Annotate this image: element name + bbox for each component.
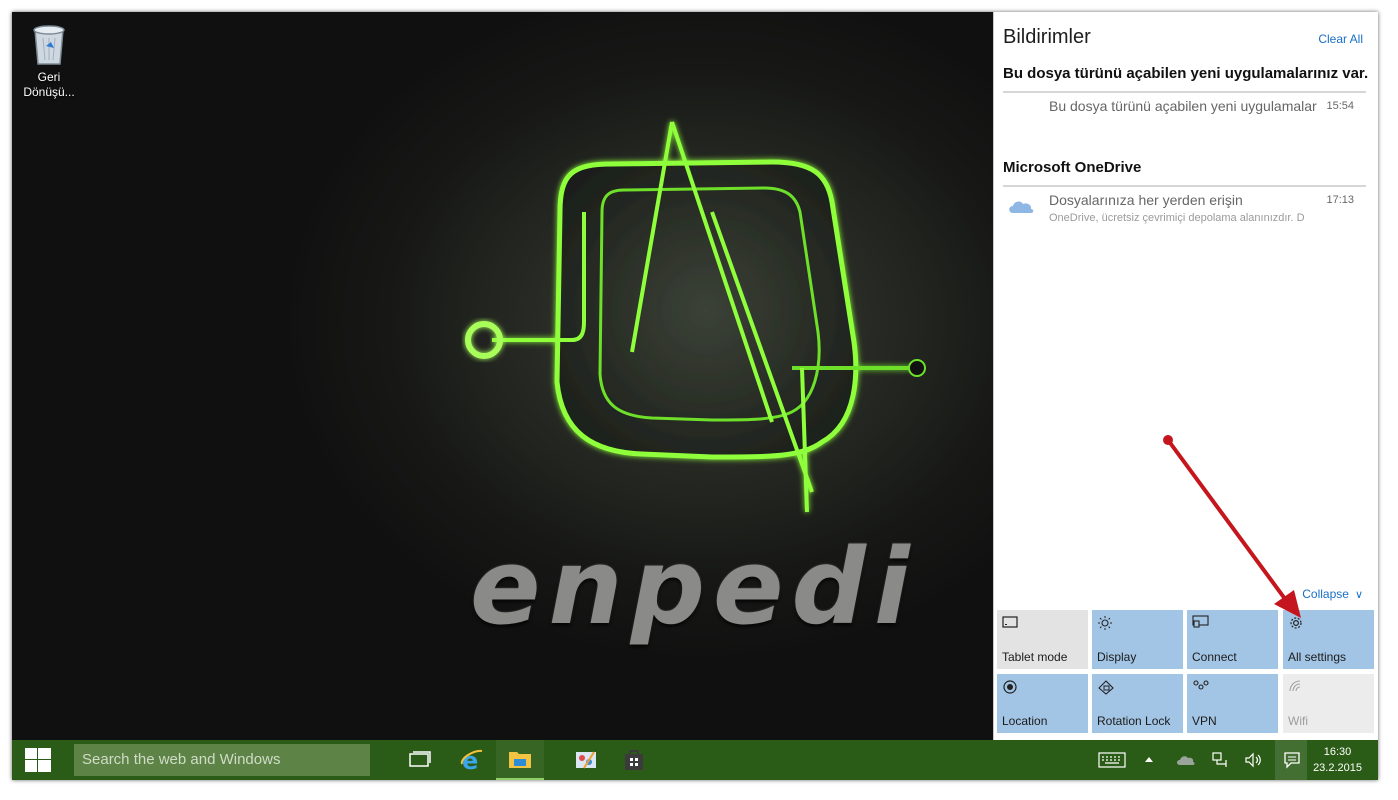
file-explorer-icon bbox=[509, 752, 531, 768]
network-tray-button[interactable] bbox=[1212, 740, 1232, 780]
paint-app-button[interactable] bbox=[562, 740, 610, 780]
desktop-screen: enpedi Geri Dönüşü... Bildirimler Clear … bbox=[12, 12, 1378, 780]
onedrive-tray-button[interactable] bbox=[1176, 740, 1196, 780]
store-icon bbox=[625, 750, 643, 770]
annotation-arrow bbox=[1163, 435, 1301, 618]
search-input[interactable]: Search the web and Windows bbox=[74, 744, 370, 776]
show-hidden-icons-button[interactable] bbox=[1144, 740, 1158, 780]
internet-explorer-button[interactable]: e bbox=[448, 740, 496, 780]
chevron-up-icon bbox=[1145, 757, 1153, 762]
clock-date: 23.2.2015 bbox=[1313, 762, 1362, 774]
keyboard-icon bbox=[1098, 752, 1126, 768]
file-explorer-button[interactable] bbox=[496, 740, 544, 780]
store-button[interactable] bbox=[610, 740, 658, 780]
onedrive-cloud-icon bbox=[1177, 756, 1195, 765]
internet-explorer-icon: e bbox=[460, 748, 483, 772]
action-center-tray-button[interactable] bbox=[1275, 740, 1307, 780]
touch-keyboard-button[interactable] bbox=[1098, 740, 1128, 780]
task-view-button[interactable] bbox=[396, 740, 444, 780]
network-icon bbox=[1212, 752, 1227, 767]
volume-tray-button[interactable] bbox=[1244, 740, 1264, 780]
taskbar: Search the web and Windows e 16:30 23.2.… bbox=[12, 740, 1378, 780]
windows-logo-icon bbox=[25, 748, 51, 772]
clock-time: 16:30 bbox=[1323, 746, 1352, 758]
notification-icon bbox=[1284, 752, 1300, 769]
taskbar-clock[interactable]: 16:30 23.2.2015 bbox=[1313, 744, 1362, 776]
start-button[interactable] bbox=[12, 740, 62, 780]
paint-app-icon bbox=[576, 751, 596, 769]
task-view-icon bbox=[409, 751, 431, 767]
speaker-icon bbox=[1245, 752, 1261, 768]
